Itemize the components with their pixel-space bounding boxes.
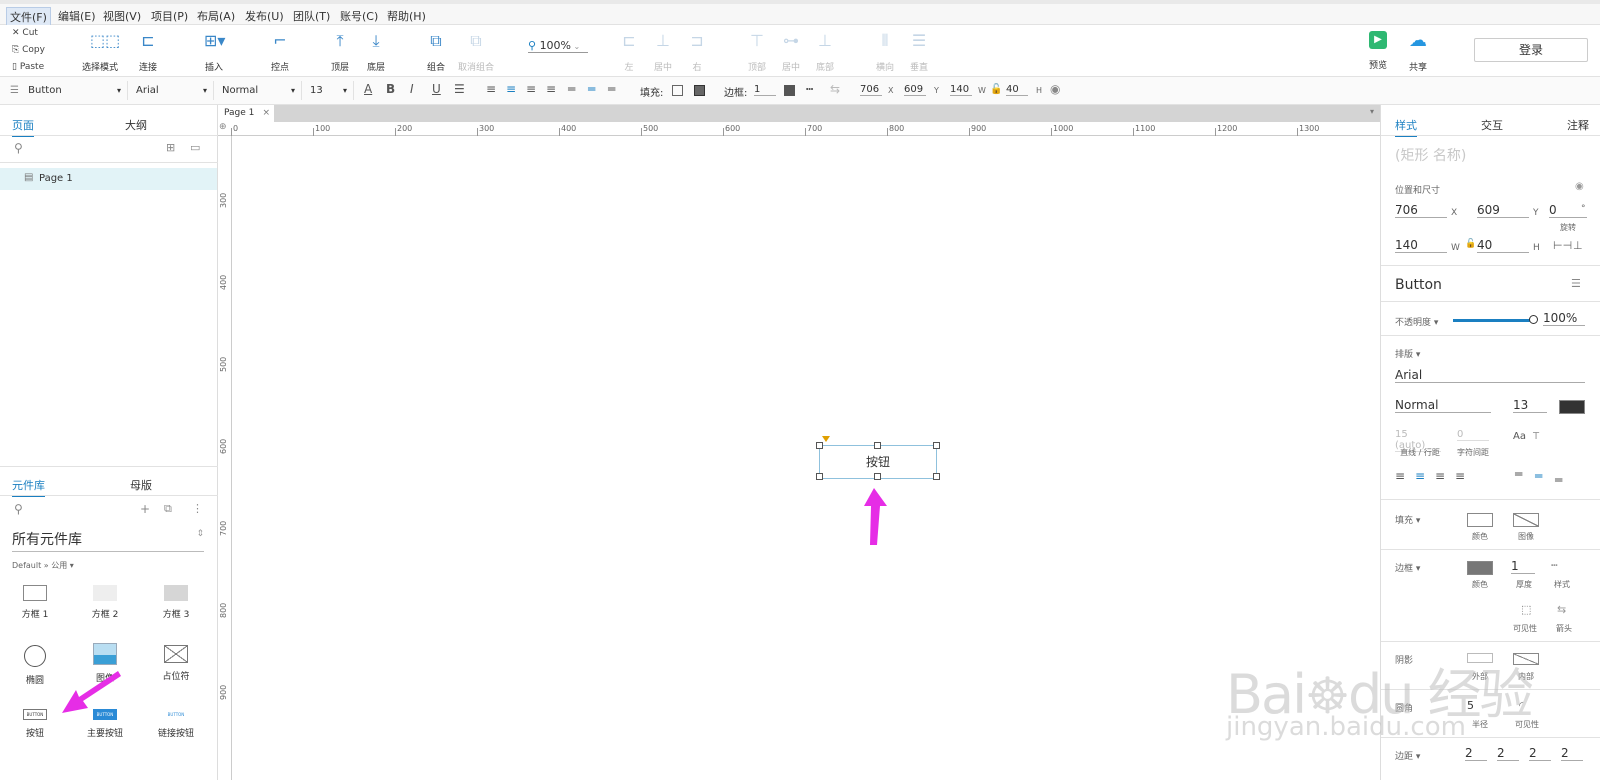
pink-arrow-up-icon: [864, 488, 887, 545]
style-edit-icon[interactable]: ☰: [1571, 277, 1581, 290]
lock-icon[interactable]: 🔓: [1465, 239, 1476, 249]
valign-top-icon[interactable]: ═: [1515, 467, 1522, 481]
text-justify-icon[interactable]: ≡: [1455, 469, 1465, 483]
text-align-right-icon[interactable]: ≡: [1435, 469, 1445, 483]
padding-bottom-field[interactable]: 2: [1561, 746, 1583, 761]
eye-icon[interactable]: ◉: [1575, 181, 1584, 192]
fit-height-icon[interactable]: ⊥: [1573, 239, 1583, 252]
text-align-center-icon[interactable]: ≡: [1415, 469, 1425, 483]
arrow-style-icon[interactable]: ⇆: [1557, 603, 1566, 616]
shape-name-input[interactable]: (矩形 名称): [1395, 145, 1466, 165]
valign-middle-icon[interactable]: ═: [1535, 469, 1542, 483]
x-field[interactable]: 706: [1395, 203, 1447, 218]
tab-style[interactable]: 样式: [1395, 117, 1417, 137]
valign-bottom-icon[interactable]: ═: [1555, 473, 1562, 487]
watermark-url: jingyan.baidu.com: [1226, 712, 1466, 742]
w-field[interactable]: 140: [1395, 238, 1447, 253]
opacity-slider-handle[interactable]: [1529, 315, 1538, 324]
fill-image-swatch[interactable]: [1513, 513, 1539, 527]
opacity-field[interactable]: 100%: [1543, 311, 1585, 326]
h-field[interactable]: 40: [1477, 238, 1529, 253]
fit-width-icon[interactable]: ⊢⊣: [1553, 239, 1572, 252]
pink-arrow-down-left-icon: [62, 671, 121, 713]
padding-top-field[interactable]: 2: [1497, 746, 1519, 761]
font-color-swatch[interactable]: [1559, 400, 1585, 414]
char-spacing-field[interactable]: 0: [1457, 429, 1489, 441]
font-family-field[interactable]: Arial: [1395, 368, 1585, 383]
border-style-icon[interactable]: ┅: [1551, 559, 1558, 572]
text-case-icon[interactable]: T: [1533, 431, 1539, 442]
text-style-icon[interactable]: Aa: [1513, 431, 1526, 442]
font-weight-field[interactable]: Normal: [1395, 398, 1491, 413]
y-field[interactable]: 609: [1477, 203, 1529, 218]
text-align-left-icon[interactable]: ≡: [1395, 469, 1405, 483]
fill-color-swatch[interactable]: [1467, 513, 1493, 527]
opacity-slider[interactable]: [1453, 319, 1533, 322]
border-visibility-icon[interactable]: ⬚: [1521, 603, 1531, 616]
padding-left-field[interactable]: 2: [1465, 746, 1487, 761]
tab-notes[interactable]: 注释: [1567, 117, 1589, 133]
padding-right-field[interactable]: 2: [1529, 746, 1551, 761]
border-thickness-field[interactable]: 1: [1511, 559, 1535, 574]
tab-interactions[interactable]: 交互: [1481, 117, 1503, 133]
font-size-field[interactable]: 13: [1513, 398, 1547, 413]
border-color-swatch[interactable]: [1467, 561, 1493, 575]
widget-type-title: Button: [1395, 277, 1442, 293]
